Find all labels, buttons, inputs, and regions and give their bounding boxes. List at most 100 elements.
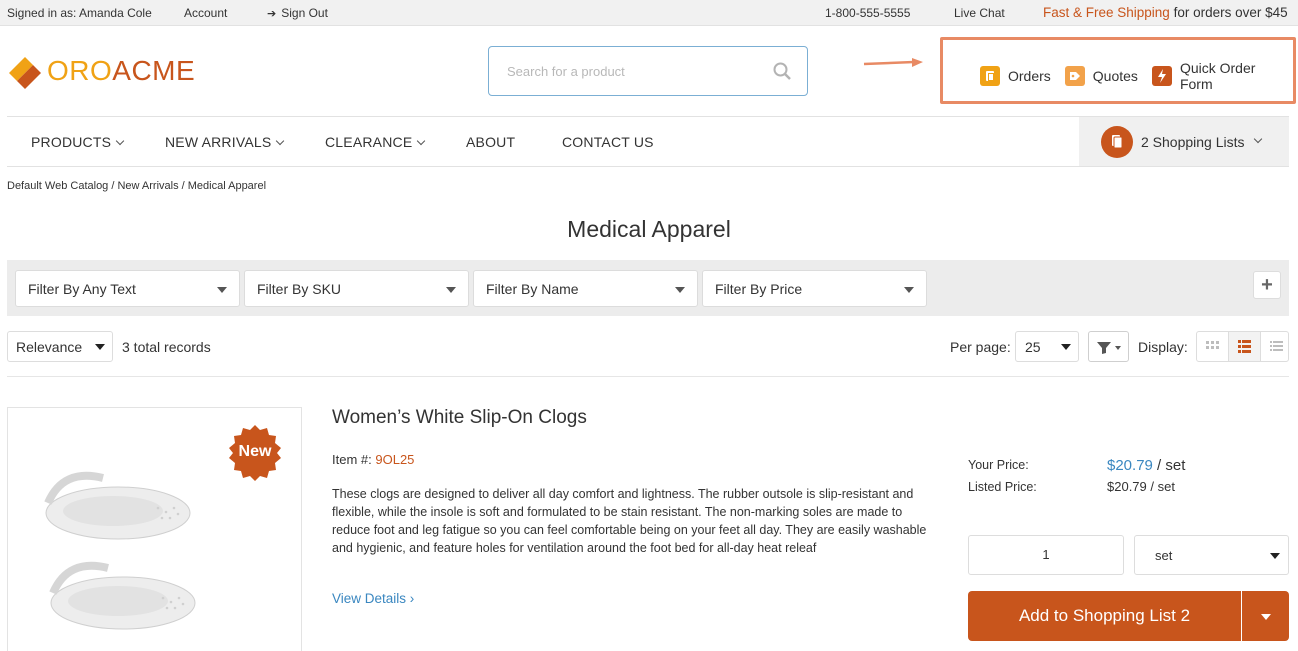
dropdown-arrow-icon — [1270, 553, 1280, 559]
main-nav: PRODUCTS NEW ARRIVALS CLEARANCE ABOUT CO… — [7, 116, 1289, 167]
search-box — [488, 46, 808, 96]
nav-label: PRODUCTS — [31, 134, 112, 150]
quick-order-label: Quick Order Form — [1179, 60, 1256, 92]
search-input[interactable] — [489, 47, 749, 95]
display-gallery-button[interactable] — [1197, 332, 1229, 361]
per-page-select[interactable]: 25 — [1015, 331, 1079, 362]
records-count: 3 total records — [122, 339, 211, 355]
quick-order-icon — [1151, 66, 1172, 86]
filter-label: Filter By Any Text — [28, 281, 136, 297]
sign-out-link[interactable]: ➔ Sign Out — [267, 6, 328, 20]
quotes-label: Quotes — [1092, 68, 1138, 84]
orders-icon — [980, 66, 1000, 86]
chevron-down-icon — [1253, 134, 1262, 143]
shipping-rest: for orders over $45 — [1173, 5, 1288, 20]
quotes-icon — [1064, 66, 1085, 86]
display-compact-button[interactable] — [1261, 332, 1292, 361]
new-badge: New — [226, 424, 284, 482]
phone-number: 1-800-555-5555 — [825, 6, 911, 20]
grid-icon — [1206, 341, 1219, 349]
annotation-arrow — [863, 58, 923, 67]
filter-label: Filter By SKU — [257, 281, 342, 297]
search-icon[interactable] — [773, 62, 791, 80]
funnel-icon — [1097, 342, 1121, 354]
per-page-value: 25 — [1025, 339, 1041, 355]
product-description: These clogs are designed to deliver all … — [332, 487, 927, 555]
shopping-lists-label: 2 Shopping Lists — [1141, 133, 1245, 150]
display-mode-group — [1196, 331, 1289, 362]
nav-item-about[interactable]: ABOUT — [466, 134, 515, 150]
unit-select[interactable]: set — [1134, 535, 1289, 575]
filter-name[interactable]: Filter By Name — [473, 270, 698, 307]
list-compact-icon — [1270, 341, 1283, 351]
filter-price[interactable]: Filter By Price — [702, 270, 927, 307]
filter-any-text[interactable]: Filter By Any Text — [15, 270, 240, 307]
filter-sku[interactable]: Filter By SKU — [244, 270, 469, 307]
add-to-list-dropdown-button[interactable] — [1242, 591, 1289, 641]
list-detailed-icon — [1238, 340, 1251, 353]
display-label: Display: — [1138, 339, 1188, 355]
filter-label: Filter By Price — [715, 281, 803, 297]
add-filter-button[interactable]: + — [1253, 271, 1281, 299]
logo-text: OROACME — [47, 55, 195, 87]
item-number: Item #: 9OL25 — [332, 452, 414, 467]
breadcrumb[interactable]: Default Web Catalog / New Arrivals / Med… — [7, 180, 266, 192]
sort-value: Relevance — [16, 339, 83, 355]
sort-select[interactable]: Relevance — [7, 331, 113, 362]
dropdown-arrow-icon — [675, 287, 685, 293]
logo-text-oro: ORO — [47, 55, 113, 86]
nav-item-new-arrivals[interactable]: NEW ARRIVALS — [165, 134, 285, 150]
listed-price: $20.79 / set — [1107, 479, 1175, 494]
dropdown-arrow-icon — [446, 287, 456, 293]
per-page-label: Per page: — [950, 339, 1011, 355]
chevron-down-icon — [276, 136, 285, 146]
item-sku: 9OL25 — [375, 452, 415, 467]
view-details-link[interactable]: View Details › — [332, 591, 414, 606]
unit-value: set — [1155, 548, 1173, 563]
quick-order-form-link[interactable]: Quick Order Form — [1151, 60, 1284, 92]
account-link[interactable]: Account — [184, 6, 227, 20]
divider — [7, 376, 1289, 377]
logo[interactable]: OROACME — [7, 52, 195, 90]
sign-out-icon: ➔ — [267, 8, 277, 20]
filters-bar: Filter By Any Text Filter By SKU Filter … — [7, 260, 1289, 316]
shopping-list-icon — [1101, 125, 1133, 158]
add-to-shopping-list-button[interactable]: Add to Shopping List 2 — [968, 591, 1241, 641]
shopping-lists-dropdown[interactable]: 2 Shopping Lists — [1079, 117, 1289, 166]
filter-toggle-button[interactable] — [1088, 331, 1129, 362]
display-list-button[interactable] — [1229, 332, 1261, 361]
quick-links: Orders Quotes Quick Order Form — [980, 60, 1298, 92]
nav-label: CONTACT US — [562, 134, 654, 150]
nav-item-clearance[interactable]: CLEARANCE — [325, 134, 426, 150]
your-price-label: Your Price: — [968, 458, 1029, 472]
nav-item-contact-us[interactable]: CONTACT US — [562, 134, 654, 150]
logo-text-acme: ACME — [112, 55, 196, 86]
sign-out-label: Sign Out — [281, 6, 328, 20]
shipping-highlight: Fast & Free Shipping — [1043, 5, 1170, 20]
dropdown-arrow-icon — [217, 287, 227, 293]
product-title[interactable]: Women’s White Slip-On Clogs — [332, 407, 587, 429]
item-number-label: Item #: — [332, 452, 372, 467]
dropdown-arrow-icon — [95, 344, 105, 350]
nav-item-products[interactable]: PRODUCTS — [31, 134, 125, 150]
signed-in-text: Signed in as: Amanda Cole — [7, 6, 152, 20]
shipping-promo: Fast & Free Shipping for orders over $45 — [1043, 5, 1288, 20]
quantity-input[interactable]: 1 — [968, 535, 1124, 575]
your-price-amount: $20.79 — [1107, 457, 1153, 474]
quotes-link[interactable]: Quotes — [1064, 66, 1138, 86]
orders-label: Orders — [1008, 68, 1051, 84]
your-price: $20.79 / set — [1107, 457, 1185, 474]
nav-label: CLEARANCE — [325, 134, 413, 150]
logo-mark-icon — [9, 57, 41, 89]
dropdown-arrow-icon — [904, 287, 914, 293]
new-badge-label: New — [238, 443, 272, 460]
filter-label: Filter By Name — [486, 281, 579, 297]
dropdown-arrow-icon — [1061, 344, 1071, 350]
live-chat-link[interactable]: Live Chat — [954, 6, 1005, 20]
chevron-down-icon — [1261, 614, 1271, 620]
plus-icon: + — [1261, 274, 1273, 296]
orders-link[interactable]: Orders — [980, 66, 1051, 86]
chevron-down-icon — [115, 136, 125, 146]
top-bar: Signed in as: Amanda Cole Account ➔ Sign … — [0, 0, 1298, 26]
chevron-down-icon — [417, 136, 426, 146]
